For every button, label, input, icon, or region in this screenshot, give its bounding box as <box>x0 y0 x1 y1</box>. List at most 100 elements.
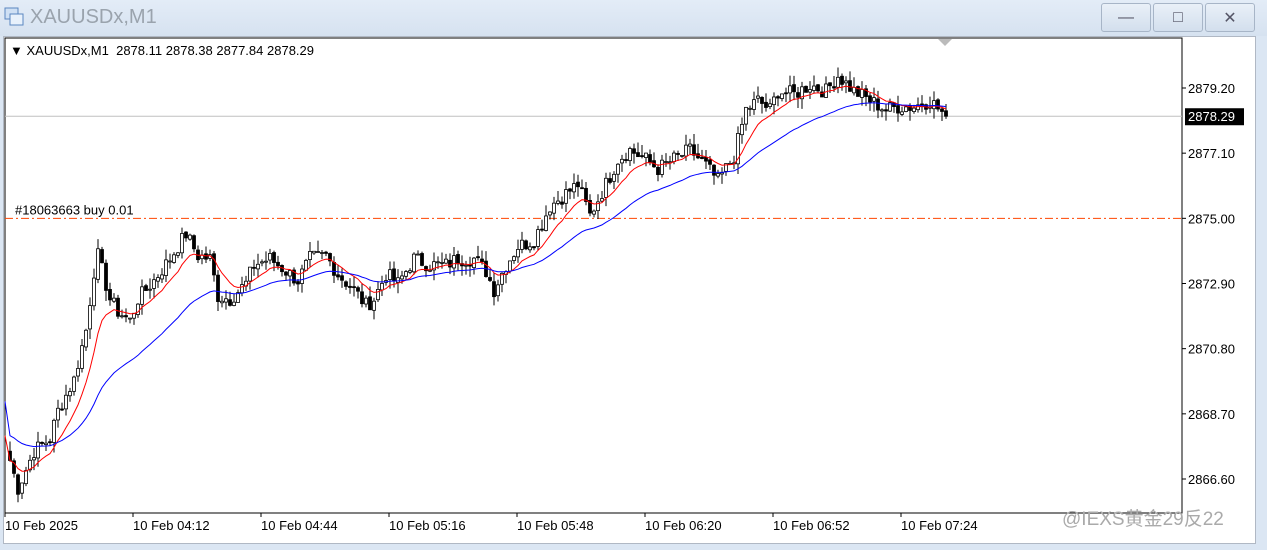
price-tick-label: 2875.00 <box>1188 211 1235 226</box>
candle <box>840 75 844 85</box>
time-tick-label: 10 Feb 06:52 <box>773 518 850 533</box>
candle <box>712 164 716 176</box>
candle <box>576 181 580 188</box>
candle <box>936 99 940 110</box>
candle <box>480 258 484 263</box>
candle <box>224 298 228 303</box>
time-tick-label: 10 Feb 05:16 <box>389 518 466 533</box>
candle <box>172 254 176 263</box>
candle <box>92 277 96 307</box>
candle <box>144 285 148 291</box>
candle <box>716 173 720 177</box>
candle <box>64 394 68 410</box>
candle <box>440 261 444 264</box>
candle <box>824 83 828 98</box>
price-tick-label: 2877.10 <box>1188 146 1235 161</box>
candle <box>240 284 244 294</box>
candle <box>204 253 208 260</box>
candle <box>188 234 192 240</box>
candle <box>884 109 888 112</box>
candle <box>700 156 704 159</box>
candle <box>900 111 904 115</box>
candle <box>76 368 80 377</box>
candle <box>476 256 480 259</box>
price-tick-label: 2879.20 <box>1188 81 1235 96</box>
time-tick-label: 10 Feb 07:24 <box>901 518 978 533</box>
candle <box>684 144 688 157</box>
candle <box>604 177 608 198</box>
symbol-info: ▼ XAUUSDx,M1 2878.11 2878.38 2877.84 287… <box>10 43 314 58</box>
candle <box>704 156 708 162</box>
candle <box>692 144 696 156</box>
candle <box>892 102 896 107</box>
candle <box>72 376 76 392</box>
candle <box>152 279 156 289</box>
price-tick-label: 2866.60 <box>1188 472 1235 487</box>
candle <box>664 161 668 163</box>
candle <box>388 269 392 280</box>
candle <box>264 260 268 263</box>
candle <box>436 261 440 264</box>
candle <box>768 103 772 107</box>
collapse-triangle-icon[interactable]: ▼ <box>10 43 23 58</box>
candle <box>616 163 620 175</box>
candle <box>348 285 352 288</box>
candle <box>808 89 812 93</box>
candle <box>516 249 520 258</box>
candle <box>896 105 900 114</box>
candle <box>396 277 400 283</box>
candle <box>272 252 276 263</box>
candle <box>940 108 944 112</box>
candle <box>848 80 852 92</box>
candle <box>308 251 312 260</box>
candle <box>412 253 416 273</box>
candle <box>104 262 108 291</box>
candle <box>592 210 596 215</box>
candle <box>844 80 848 84</box>
candle <box>96 248 100 280</box>
price-tick-label: 2868.70 <box>1188 407 1235 422</box>
candle <box>932 100 936 110</box>
candle <box>540 228 544 231</box>
candle <box>904 106 908 112</box>
candle <box>912 107 916 112</box>
candle <box>720 172 724 175</box>
candle <box>444 258 448 264</box>
plot-area <box>4 37 1183 514</box>
candle <box>356 287 360 292</box>
candle <box>176 252 180 256</box>
candle <box>420 253 424 266</box>
time-tick-label: 10 Feb 06:20 <box>645 518 722 533</box>
candle <box>184 231 188 239</box>
candle <box>120 315 124 318</box>
candle <box>352 286 356 289</box>
candle <box>648 154 652 163</box>
candle <box>624 159 628 161</box>
candle <box>452 255 456 269</box>
candle <box>180 233 184 254</box>
candle <box>776 96 780 99</box>
candle <box>48 441 52 444</box>
candle <box>68 391 72 397</box>
candle <box>560 201 564 205</box>
candle <box>944 110 948 117</box>
candle <box>260 261 264 264</box>
symbol-label: XAUUSDx,M1 <box>26 43 109 58</box>
candle <box>220 300 224 304</box>
order-label: #18063663 buy 0.01 <box>15 202 134 217</box>
candle <box>608 178 612 183</box>
time-tick-label: 10 Feb 04:12 <box>133 518 210 533</box>
candle <box>660 159 664 175</box>
candle <box>228 299 232 306</box>
price-chart[interactable]: 2879.20 2877.10 2875.00 2872.90 2870.80 2868.… <box>0 0 1267 550</box>
candle <box>868 95 872 103</box>
candle <box>380 282 384 291</box>
candle <box>52 419 56 443</box>
candle <box>36 441 40 459</box>
candle <box>812 85 816 91</box>
ohlc-close: 2878.29 <box>267 43 314 58</box>
ohlc-low: 2877.84 <box>216 43 264 58</box>
candle <box>772 96 776 106</box>
candle <box>520 239 524 250</box>
price-tick-label: 2870.80 <box>1188 342 1235 357</box>
